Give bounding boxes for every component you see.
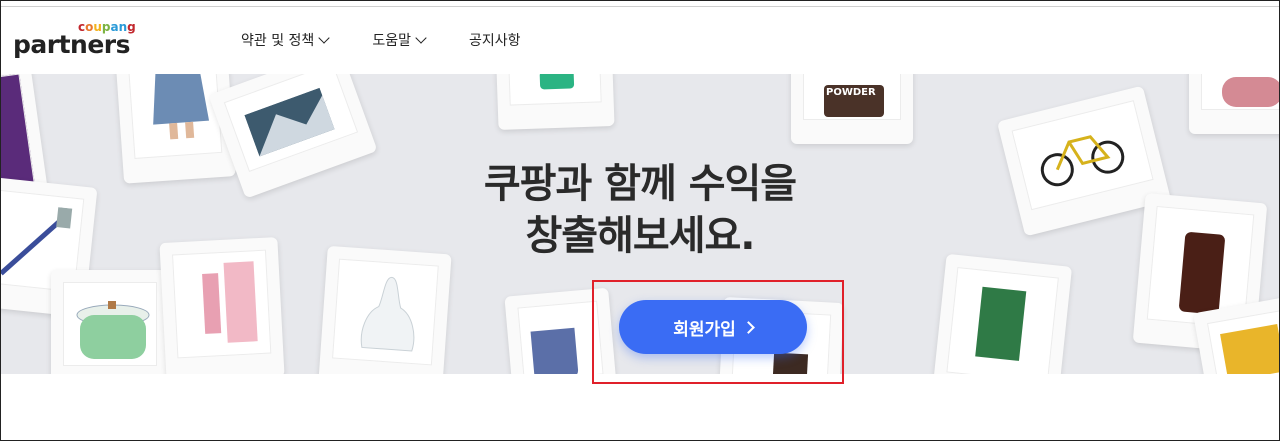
site-header: coupang partners 약관 및 정책 도움말 공지사항 xyxy=(1,6,1279,74)
partners-logo[interactable]: coupang partners xyxy=(13,20,136,64)
tv-icon xyxy=(244,87,335,157)
product-card-green-item xyxy=(495,74,615,130)
skirt-icon xyxy=(153,74,210,140)
headline-line-2: 창출해보세요. xyxy=(525,213,756,259)
mug-icon xyxy=(530,327,579,374)
product-card-cabinet xyxy=(931,253,1073,374)
nav-notices[interactable]: 공지사항 xyxy=(469,30,521,50)
headline-line-1: 쿠팡과 함께 수익을 xyxy=(483,161,797,207)
green-box-icon xyxy=(539,74,575,90)
supplement-box-icon xyxy=(1220,323,1279,374)
product-card-powder: POWDER xyxy=(791,74,913,144)
nav-terms-policy[interactable]: 약관 및 정책 xyxy=(241,30,330,50)
lipstick-box-icon xyxy=(223,261,258,343)
cabinet-icon xyxy=(975,286,1027,361)
nav-notices-label: 공지사항 xyxy=(468,33,521,49)
nav-help-label: 도움말 xyxy=(372,33,411,49)
chevron-down-icon xyxy=(415,32,427,44)
bottle-nipple-icon xyxy=(360,276,415,352)
browser-top-edge xyxy=(0,0,1280,7)
product-label: POWDER xyxy=(826,87,876,98)
product-card-gray-item xyxy=(1189,74,1279,134)
product-card-bottle-nipple xyxy=(318,245,452,374)
product-card-pot xyxy=(51,270,169,374)
nav-terms-label: 약관 및 정책 xyxy=(241,33,315,49)
main-nav: 약관 및 정책 도움말 공지사항 xyxy=(241,30,564,50)
hero-headline: 쿠팡과 함께 수익을 창출해보세요. xyxy=(1,158,1279,262)
lipstick-icon xyxy=(202,273,222,334)
pink-item-icon xyxy=(1222,77,1279,107)
logo-text: partners xyxy=(13,30,131,59)
highlight-box xyxy=(592,280,844,384)
nav-help[interactable]: 도움말 xyxy=(372,30,427,50)
chevron-down-icon xyxy=(318,32,330,44)
pot-icon xyxy=(76,301,150,359)
